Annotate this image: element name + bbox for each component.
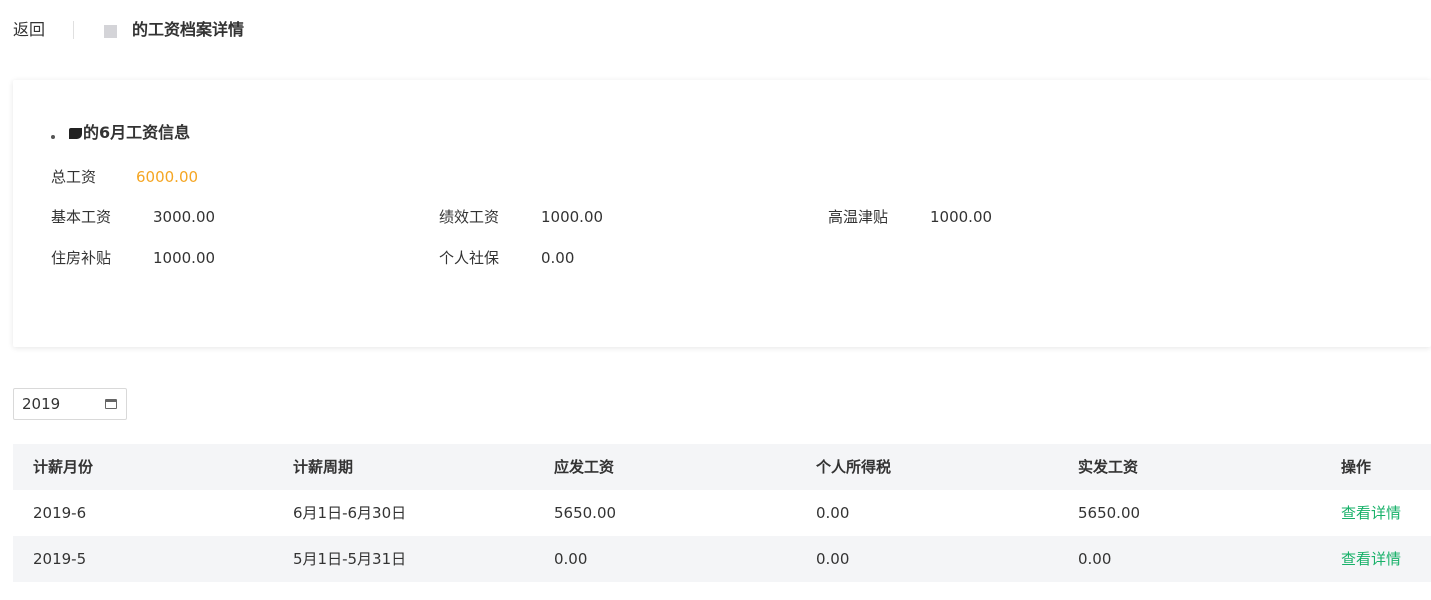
info-value: 1000.00 — [541, 208, 604, 226]
column-header-net: 实发工资 — [1078, 458, 1139, 476]
info-label: 基本工资 — [51, 208, 112, 226]
cell-period: 6月1日-6月30日 — [293, 504, 407, 522]
cell-month: 2019-5 — [33, 550, 87, 568]
cell-tax: 0.00 — [816, 504, 850, 522]
year-picker[interactable]: 2019 — [13, 388, 127, 420]
card-title-text: 的6月工资信息 — [83, 123, 191, 142]
redacted-name-mark — [51, 135, 55, 139]
cell-period: 5月1日-5月31日 — [293, 550, 407, 568]
info-item-performance-salary: 绩效工资 1000.00 — [439, 206, 603, 228]
cell-tax: 0.00 — [816, 550, 850, 568]
table-row: 2019-5 5月1日-5月31日 0.00 0.00 0.00 查看详情 — [13, 536, 1431, 582]
info-item-high-temp-allowance: 高温津贴 1000.00 — [828, 206, 992, 228]
view-details-link[interactable]: 查看详情 — [1341, 548, 1401, 570]
calendar-icon[interactable] — [105, 399, 117, 409]
redacted-name-mark — [104, 25, 117, 38]
year-picker-value: 2019 — [22, 395, 61, 413]
total-salary-label: 总工资 — [51, 168, 97, 186]
back-link[interactable]: 返回 — [13, 19, 45, 41]
cell-net: 0.00 — [1078, 550, 1112, 568]
salary-info-card: 的6月工资信息 总工资 6000.00 基本工资 3000.00 绩效工资 10… — [13, 80, 1431, 347]
page-title: 的工资档案详情 — [132, 20, 245, 39]
info-item-social-insurance: 个人社保 0.00 — [439, 247, 574, 269]
column-header-month: 计薪月份 — [33, 458, 94, 476]
column-header-period: 计薪周期 — [293, 458, 354, 476]
info-label: 住房补贴 — [51, 249, 112, 267]
info-label: 个人社保 — [439, 249, 500, 267]
cell-month: 2019-6 — [33, 504, 87, 522]
column-header-tax: 个人所得税 — [816, 458, 892, 476]
redacted-name-mark — [69, 127, 82, 139]
header-divider — [73, 21, 74, 39]
info-value: 0.00 — [541, 249, 575, 267]
info-value: 3000.00 — [153, 208, 216, 226]
info-item-housing-allowance: 住房补贴 1000.00 — [51, 247, 215, 269]
cell-gross: 5650.00 — [554, 504, 617, 522]
total-salary-value: 6000.00 — [136, 168, 199, 186]
info-item-base-salary: 基本工资 3000.00 — [51, 206, 215, 228]
card-title: 的6月工资信息 — [51, 122, 190, 144]
view-details-link[interactable]: 查看详情 — [1341, 502, 1401, 524]
table-header: 计薪月份 计薪周期 应发工资 个人所得税 实发工资 操作 — [13, 444, 1431, 490]
column-header-action: 操作 — [1341, 458, 1372, 476]
table-row: 2019-6 6月1日-6月30日 5650.00 0.00 5650.00 查… — [13, 490, 1431, 536]
info-value: 1000.00 — [153, 249, 216, 267]
cell-gross: 0.00 — [554, 550, 588, 568]
info-label: 高温津贴 — [828, 208, 889, 226]
column-header-gross: 应发工资 — [554, 458, 615, 476]
info-label: 绩效工资 — [439, 208, 500, 226]
total-salary-row: 总工资 6000.00 — [51, 166, 198, 188]
cell-net: 5650.00 — [1078, 504, 1141, 522]
top-bar: 返回 的工资档案详情 — [0, 0, 1431, 62]
info-value: 1000.00 — [930, 208, 993, 226]
salary-table: 计薪月份 计薪周期 应发工资 个人所得税 实发工资 操作 2019-6 6月1日… — [13, 444, 1431, 582]
